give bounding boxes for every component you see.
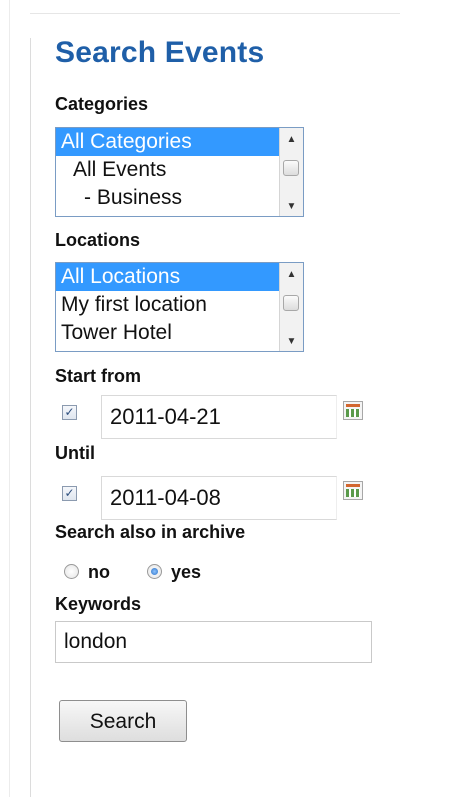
start-date-field[interactable]: 2011-04-21 <box>101 395 337 439</box>
locations-listbox[interactable]: All Locations My first location Tower Ho… <box>55 262 304 352</box>
category-option-business[interactable]: - Business <box>56 184 279 212</box>
categories-listbox[interactable]: All Categories All Events - Business ▲ ▼ <box>55 127 304 217</box>
scroll-thumb[interactable] <box>283 160 299 176</box>
start-from-checkbox[interactable]: ✓ <box>62 405 77 420</box>
search-button[interactable]: Search <box>59 700 187 742</box>
scroll-up-icon[interactable]: ▲ <box>280 134 303 145</box>
until-date-field[interactable]: 2011-04-08 <box>101 476 337 520</box>
archive-label: Search also in archive <box>55 522 246 542</box>
scroll-down-icon[interactable]: ▼ <box>280 201 303 212</box>
page-border <box>9 0 10 797</box>
archive-yes-label: yes <box>171 562 202 582</box>
keywords-label: Keywords <box>55 594 142 614</box>
location-option-tower-hotel[interactable]: Tower Hotel <box>56 319 279 347</box>
until-label: Until <box>55 443 95 463</box>
calendar-icon[interactable] <box>343 401 363 420</box>
categories-label: Categories <box>55 94 149 114</box>
scroll-up-icon[interactable]: ▲ <box>280 269 303 280</box>
categories-scrollbar[interactable]: ▲ ▼ <box>279 128 303 216</box>
sidebar-divider <box>30 38 31 797</box>
scroll-down-icon[interactable]: ▼ <box>280 336 303 347</box>
location-option-my-first-location[interactable]: My first location <box>56 291 279 319</box>
start-from-label: Start from <box>55 366 142 386</box>
locations-label: Locations <box>55 230 141 250</box>
scroll-thumb[interactable] <box>283 295 299 311</box>
category-option-all-categories[interactable]: All Categories <box>56 128 279 156</box>
category-option-all-events[interactable]: All Events <box>56 156 279 184</box>
page-title: Search Events <box>55 36 265 69</box>
keywords-input[interactable]: london <box>55 621 372 663</box>
archive-no-label: no <box>88 562 110 582</box>
archive-yes-radio[interactable] <box>147 564 162 579</box>
location-option-all-locations[interactable]: All Locations <box>56 263 279 291</box>
locations-scrollbar[interactable]: ▲ ▼ <box>279 263 303 351</box>
calendar-icon[interactable] <box>343 481 363 500</box>
until-checkbox[interactable]: ✓ <box>62 486 77 501</box>
archive-no-radio[interactable] <box>64 564 79 579</box>
top-divider <box>30 13 400 14</box>
